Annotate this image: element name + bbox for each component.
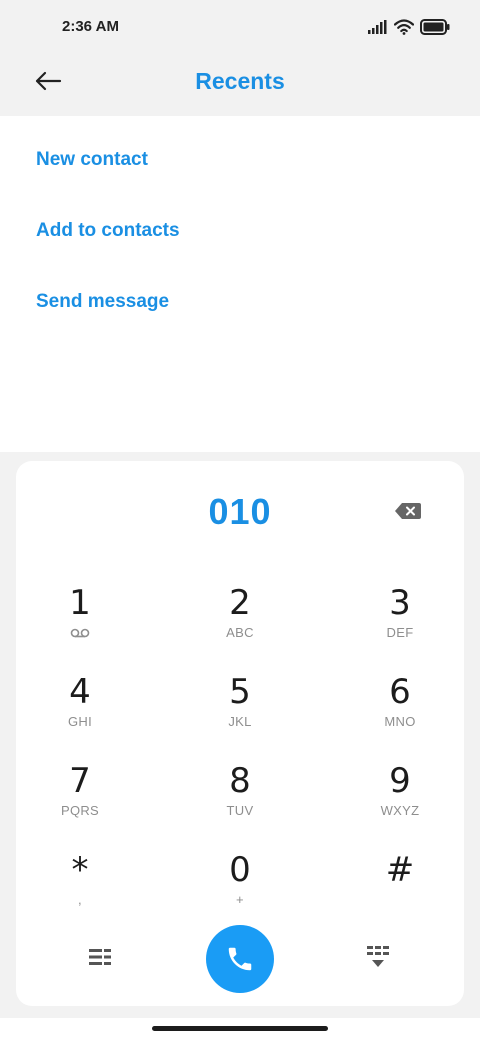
key-digit: # — [385, 850, 415, 890]
key-digit: 7 — [69, 761, 91, 801]
hide-dialpad-button[interactable] — [366, 945, 390, 971]
send-message-option[interactable]: Send message — [36, 291, 169, 313]
dialpad: 010 1 2 ABC 3 DEF 4 GHI 5 JKL 6 MNO 7 PQ… — [16, 461, 464, 1006]
key-digit: 9 — [389, 761, 411, 801]
key-digit: 2 — [229, 583, 251, 623]
wifi-icon — [394, 19, 414, 35]
key-letters: MNO — [384, 714, 416, 729]
page-title: Recents — [195, 68, 285, 94]
key-0[interactable]: 0 + — [180, 850, 300, 930]
new-contact-option[interactable]: New contact — [36, 149, 148, 171]
key-digit: 5 — [229, 672, 251, 712]
dialpad-collapse-icon — [367, 946, 389, 967]
key-6[interactable]: 6 MNO — [340, 672, 460, 752]
key-star[interactable]: * , — [20, 850, 140, 930]
battery-icon — [420, 19, 450, 35]
key-2[interactable]: 2 ABC — [180, 583, 300, 663]
phone-icon — [228, 947, 252, 971]
key-letters: , — [78, 892, 82, 907]
status-icons — [368, 17, 450, 37]
status-time: 2:36 AM — [62, 18, 119, 35]
options-list: New contact Add to contacts Send message — [0, 116, 480, 452]
key-digit: 8 — [229, 761, 251, 801]
key-letters: JKL — [228, 714, 252, 729]
key-8[interactable]: 8 TUV — [180, 761, 300, 841]
voicemail-icon — [70, 628, 90, 638]
key-letters: WXYZ — [380, 803, 420, 818]
key-digit: * — [71, 850, 89, 890]
key-5[interactable]: 5 JKL — [180, 672, 300, 752]
key-1[interactable]: 1 — [20, 583, 140, 663]
signal-icon — [368, 20, 387, 34]
navigation-bar — [0, 1018, 480, 1040]
key-3[interactable]: 3 DEF — [340, 583, 460, 663]
key-4[interactable]: 4 GHI — [20, 672, 140, 752]
key-digit: 0 — [229, 850, 251, 890]
list-menu-icon — [89, 949, 111, 965]
key-letters: + — [236, 892, 244, 907]
call-button[interactable] — [206, 925, 274, 993]
header: Recents — [0, 56, 480, 116]
phone-screen: 2:36 AM Recents New contact Add to conta… — [0, 0, 480, 1040]
key-hash[interactable]: # — [340, 850, 460, 930]
add-to-contacts-option[interactable]: Add to contacts — [36, 220, 180, 242]
key-letters: PQRS — [60, 803, 100, 818]
key-letters: DEF — [386, 625, 414, 640]
home-indicator[interactable] — [152, 1026, 328, 1031]
backspace-icon — [395, 503, 421, 519]
menu-button[interactable] — [88, 947, 112, 967]
key-digit: 3 — [389, 583, 411, 623]
key-digit: 4 — [69, 672, 91, 712]
key-letters: ABC — [226, 625, 254, 640]
backspace-button[interactable] — [394, 501, 422, 521]
key-letters: TUV — [226, 803, 254, 818]
key-9[interactable]: 9 WXYZ — [340, 761, 460, 841]
key-letters: GHI — [67, 714, 92, 729]
key-digit: 1 — [69, 583, 91, 623]
key-digit: 6 — [389, 672, 411, 712]
key-7[interactable]: 7 PQRS — [20, 761, 140, 841]
dialpad-actions — [16, 923, 464, 993]
status-bar: 2:36 AM — [0, 0, 480, 56]
